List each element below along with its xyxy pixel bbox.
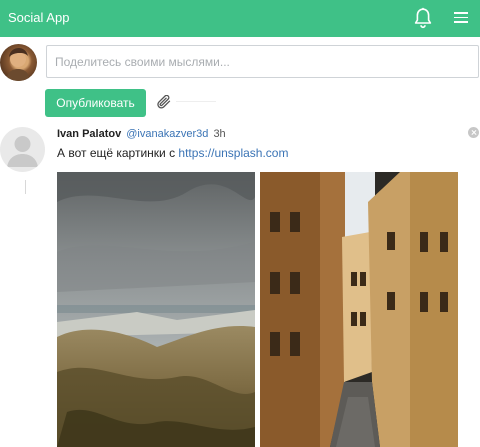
publish-button[interactable]: Опубликовать: [45, 89, 146, 117]
post-body-text: А вот ещё картинки с: [57, 146, 179, 160]
bell-icon[interactable]: [413, 7, 433, 29]
post-link[interactable]: https://unsplash.com: [178, 146, 288, 160]
cloudy-hills-photo[interactable]: [57, 172, 255, 447]
post-timestamp: 3h: [213, 128, 226, 140]
post-body: А вот ещё картинки с https://unsplash.co…: [57, 146, 288, 160]
post-author-handle[interactable]: @ivanakazver3d: [126, 128, 208, 140]
app-title[interactable]: Social App: [8, 10, 69, 25]
post-header: Ivan Palatov @ivanakazver3d 3h: [57, 128, 226, 140]
menu-icon[interactable]: [454, 12, 468, 24]
post-author-name[interactable]: Ivan Palatov: [57, 128, 121, 140]
post-text-input[interactable]: [46, 45, 479, 78]
top-app-bar: Social App: [0, 0, 480, 37]
narrow-street-photo[interactable]: [260, 172, 458, 447]
thread-line: [25, 180, 26, 194]
post-author-avatar[interactable]: [0, 127, 45, 172]
paperclip-icon[interactable]: [156, 94, 172, 109]
close-icon[interactable]: [468, 127, 479, 138]
divider: [176, 101, 216, 102]
avatar[interactable]: [0, 44, 37, 81]
